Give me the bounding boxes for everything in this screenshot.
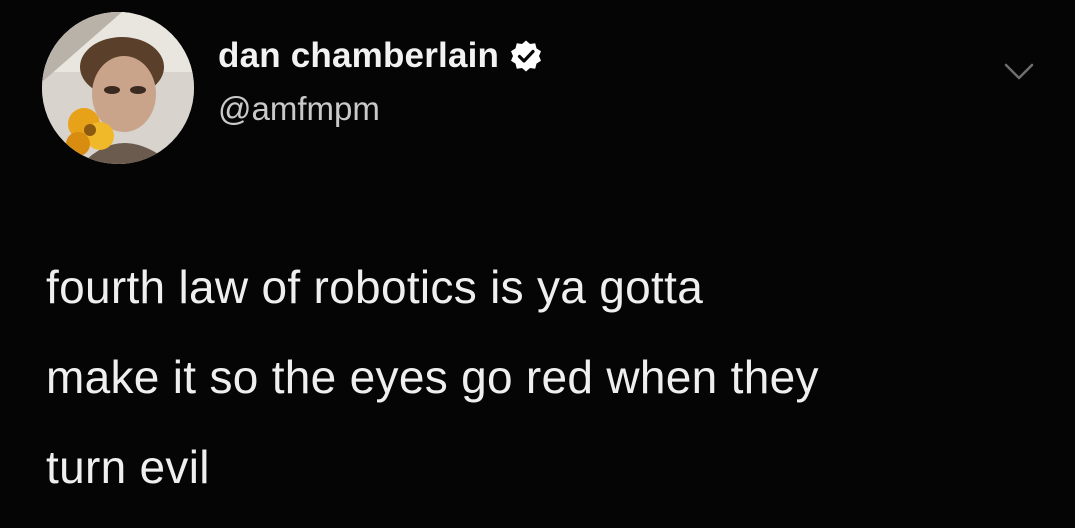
chevron-down-icon[interactable] (1000, 52, 1038, 90)
author-display-name[interactable]: dan chamberlain (218, 36, 499, 76)
author-name-row: dan chamberlain (218, 36, 543, 76)
tweet-card: dan chamberlain @amfmpm fourth law of ro… (0, 0, 1075, 528)
tweet-text-line: fourth law of robotics is ya gotta (46, 261, 704, 313)
avatar[interactable] (42, 12, 194, 164)
tweet-text: fourth law of robotics is ya gotta make … (46, 242, 1056, 512)
verified-badge-icon (509, 39, 543, 73)
tweet-text-line: make it so the eyes go red when they (46, 351, 819, 403)
author-handle[interactable]: @amfmpm (218, 90, 380, 128)
tweet-text-line: turn evil (46, 441, 210, 493)
profile-photo (42, 12, 194, 164)
